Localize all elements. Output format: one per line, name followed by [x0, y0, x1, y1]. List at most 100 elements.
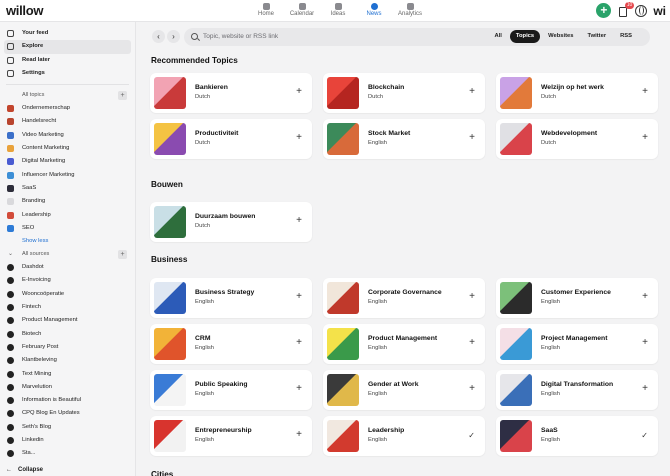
nav-home[interactable]: Home — [248, 3, 284, 17]
sidebar-topic-handelsrecht[interactable]: Handelsrecht — [4, 115, 131, 128]
topic-card-product-management[interactable]: Product Management English + — [323, 324, 485, 364]
brand-mark[interactable]: wi — [653, 4, 666, 18]
add-topic-icon[interactable]: + — [469, 132, 475, 143]
topic-card-title: Product Management — [368, 335, 438, 342]
sidebar-source-item[interactable]: Sta... — [4, 447, 131, 460]
topic-card-duurzaam-bouwen[interactable]: Duurzaam bouwen Dutch + — [150, 202, 312, 242]
add-topic-icon[interactable]: + — [296, 291, 302, 302]
sidebar-topic-digital-marketing[interactable]: Digital Marketing — [4, 155, 131, 168]
add-topic-icon[interactable]: + — [469, 291, 475, 302]
sidebar-topic-seo[interactable]: SEO — [4, 222, 131, 235]
add-topic-icon[interactable]: + — [642, 337, 648, 348]
all-sources-header[interactable]: ⌄ All sources + — [4, 248, 131, 261]
sidebar-topic-video-marketing[interactable]: Video Marketing — [4, 129, 131, 142]
sidebar-source-item[interactable]: Text Mining — [4, 368, 131, 381]
topic-card-bankieren[interactable]: Bankieren Dutch + — [150, 73, 312, 113]
add-topic-icon[interactable]: + — [642, 383, 648, 394]
globe-icon[interactable] — [635, 4, 648, 17]
topic-card-leadership[interactable]: Leadership English ✓ — [323, 416, 485, 456]
sidebar-source-item[interactable]: Dashdot — [4, 261, 131, 274]
news-icon — [370, 3, 378, 10]
sidebar-item-explore[interactable]: Explore — [4, 40, 131, 54]
add-topic-icon[interactable]: + — [469, 383, 475, 394]
add-topic-icon[interactable]: + — [296, 337, 302, 348]
back-button[interactable]: ‹ — [152, 30, 165, 43]
topic-card-corporate-governance[interactable]: Corporate Governance English + — [323, 278, 485, 318]
show-less-link[interactable]: Show less — [4, 235, 131, 248]
collapse-button[interactable]: ← Collapse — [0, 464, 135, 476]
sidebar-source-item[interactable]: Seth's Blog — [4, 421, 131, 434]
add-topic-icon[interactable]: + — [296, 132, 302, 143]
sidebar-source-item[interactable]: Information is Beautiful — [4, 394, 131, 407]
topic-card-business-strategy[interactable]: Business Strategy English + — [150, 278, 312, 318]
nav-news[interactable]: News — [356, 3, 392, 17]
filter-twitter[interactable]: Twitter — [582, 30, 613, 43]
sidebar-item-read-later[interactable]: Read later — [4, 54, 131, 67]
app-logo[interactable]: willow — [6, 3, 44, 18]
topic-card-gender-at-work[interactable]: Gender at Work English + — [323, 370, 485, 410]
add-topic-icon[interactable]: + — [469, 337, 475, 348]
sidebar-topic-leadership[interactable]: Leadership — [4, 209, 131, 222]
sidebar-source-item[interactable]: Biotech — [4, 328, 131, 341]
topic-card-welzijn-op-het-werk[interactable]: Welzijn op het werk Dutch + — [496, 73, 658, 113]
search-input[interactable]: Topic, website or RSS link All Topics Webs… — [184, 28, 650, 46]
topic-card-stock-market[interactable]: Stock Market English + — [323, 119, 485, 159]
topic-card-customer-experience[interactable]: Customer Experience English + — [496, 278, 658, 318]
sidebar-source-item[interactable]: Klantbeleving — [4, 354, 131, 367]
add-topic-icon[interactable]: + — [642, 291, 648, 302]
topic-card-digital-transformation[interactable]: Digital Transformation English + — [496, 370, 658, 410]
nav-calendar[interactable]: Calendar — [284, 3, 320, 17]
sidebar-source-item[interactable]: E-Invoicing — [4, 274, 131, 287]
check-icon[interactable]: ✓ — [468, 431, 475, 440]
add-topic-icon[interactable]: + — [642, 132, 648, 143]
sidebar-source-item[interactable]: CPQ Blog En Updates — [4, 407, 131, 420]
filter-all[interactable]: All — [488, 30, 507, 43]
sidebar-source-item[interactable]: Wooncoöperatie — [4, 288, 131, 301]
check-icon[interactable]: ✓ — [641, 431, 648, 440]
add-topic-icon[interactable]: + — [296, 215, 302, 226]
notifications-button[interactable]: 10 — [617, 1, 635, 17]
topic-card-public-speaking[interactable]: Public Speaking English + — [150, 370, 312, 410]
topic-card-entrepreneurship[interactable]: Entrepreneurship English + — [150, 416, 312, 456]
sidebar-source-label: Klantbeleving — [22, 357, 57, 364]
add-topic-icon[interactable]: + — [642, 86, 648, 97]
forward-button[interactable]: › — [167, 30, 180, 43]
topic-card-webdevelopment[interactable]: Webdevelopment Dutch + — [496, 119, 658, 159]
add-topic-icon[interactable]: + — [296, 429, 302, 440]
filter-topics[interactable]: Topics — [509, 30, 541, 43]
nav-ideas[interactable]: Ideas — [320, 3, 356, 17]
topic-card-project-management[interactable]: Project Management English + — [496, 324, 658, 364]
sidebar-topic-branding[interactable]: Branding — [4, 195, 131, 208]
sidebar-topic-influencer-marketing[interactable]: Influencer Marketing — [4, 169, 131, 182]
filter-tabs: All Topics Websites Twitter RSS — [488, 30, 638, 43]
topic-card-crm[interactable]: CRM English + — [150, 324, 312, 364]
topic-card-blockchain[interactable]: Blockchain Dutch + — [323, 73, 485, 113]
sidebar-topic-label: Video Marketing — [22, 131, 64, 138]
sidebar-source-item[interactable]: Fintech — [4, 301, 131, 314]
sidebar-topic-ondernemerschap[interactable]: Ondernemerschap — [4, 102, 131, 115]
add-topic-icon[interactable]: + — [296, 86, 302, 97]
topic-card-title: Duurzaam bouwen — [195, 213, 256, 220]
topic-card-language: English — [541, 345, 561, 351]
sidebar-source-item[interactable]: Linkedin — [4, 434, 131, 447]
all-topics-header[interactable]: All topics + — [4, 89, 131, 102]
sidebar-item-settings[interactable]: Settings — [4, 67, 131, 80]
filter-rss[interactable]: RSS — [614, 30, 638, 43]
add-source-button[interactable]: + — [118, 250, 127, 260]
sidebar-item-your-feed[interactable]: Your feed — [4, 27, 131, 40]
sidebar-topic-saas[interactable]: SaaS — [4, 182, 131, 195]
topic-card-language: English — [541, 391, 561, 397]
topic-card-title: Leadership — [368, 427, 405, 434]
add-topic-button[interactable]: + — [118, 91, 127, 101]
nav-analytics[interactable]: Analytics — [392, 3, 428, 17]
add-topic-icon[interactable]: + — [469, 86, 475, 97]
sidebar-source-item[interactable]: Product Management — [4, 314, 131, 327]
sidebar-source-item[interactable]: February Post — [4, 341, 131, 354]
sidebar-source-item[interactable]: Marvelution — [4, 381, 131, 394]
add-topic-icon[interactable]: + — [296, 383, 302, 394]
topic-card-saas[interactable]: SaaS English ✓ — [496, 416, 658, 456]
topic-card-productiviteit[interactable]: Productiviteit Dutch + — [150, 119, 312, 159]
sidebar-topic-content-marketing[interactable]: Content Marketing — [4, 142, 131, 155]
add-button[interactable]: + — [596, 3, 612, 18]
filter-websites[interactable]: Websites — [542, 30, 579, 43]
